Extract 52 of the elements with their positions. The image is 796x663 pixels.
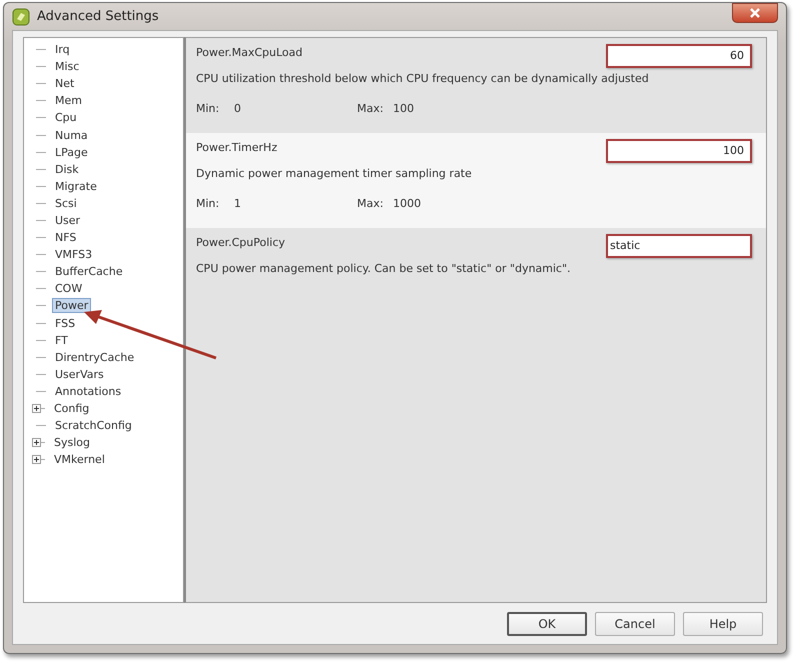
tree-item[interactable]: Annotations [52, 384, 124, 399]
window-title: Advanced Settings [37, 9, 159, 24]
tree-item[interactable]: Disk [52, 162, 82, 177]
value-field[interactable]: static [606, 234, 752, 258]
tree-item[interactable]: VMFS3 [52, 247, 96, 262]
expand-icon[interactable] [32, 455, 41, 464]
setting-description: Dynamic power management timer sampling rate [196, 167, 473, 180]
tree-item[interactable]: Migrate [52, 178, 100, 194]
tree-item[interactable]: FSS [52, 316, 78, 331]
max-value: 1000 [393, 197, 422, 210]
close-button[interactable] [732, 2, 778, 22]
dialog-button[interactable]: OK [507, 612, 587, 636]
dialog-button[interactable]: Help [683, 612, 763, 636]
tree-item[interactable]: Mem [52, 93, 85, 108]
tree-item[interactable]: UserVars [52, 366, 107, 382]
close-icon [749, 8, 761, 18]
expand-icon[interactable] [32, 404, 41, 414]
tree-item[interactable]: FT [52, 332, 71, 348]
tree-item[interactable]: DirentryCache [52, 350, 138, 365]
tree-item[interactable]: LPage [52, 144, 91, 160]
tree-item[interactable]: Net [52, 76, 78, 92]
tree-item[interactable]: Config [51, 401, 92, 416]
setting-description: CPU power management policy. Can be set to "static" or "dynamic". [196, 262, 572, 275]
tree-item[interactable]: Power [52, 298, 92, 314]
value-field[interactable]: 60 [606, 44, 752, 68]
tree-item[interactable]: BufferCache [52, 264, 126, 280]
value-field[interactable]: 100 [606, 139, 752, 163]
tree-item[interactable]: NFS [52, 230, 80, 246]
tree-item[interactable]: VMkernel [51, 452, 108, 468]
dialog-button[interactable]: Cancel [595, 612, 675, 636]
max-label: Max: [357, 197, 384, 210]
min-value: 1 [234, 197, 242, 210]
tree-item[interactable]: COW [52, 281, 86, 296]
min-value: 0 [234, 102, 242, 115]
tree-item[interactable]: User [52, 212, 84, 228]
tree-item[interactable]: Misc [52, 59, 82, 74]
setting-name: Power.CpuPolicy [196, 236, 286, 249]
min-label: Min: [196, 197, 220, 210]
min-label: Min: [196, 102, 220, 115]
tree-item[interactable]: Cpu [52, 110, 80, 126]
tree-item[interactable]: Numa [52, 128, 91, 143]
tree-item[interactable]: Irq [52, 42, 73, 58]
expand-icon[interactable] [32, 438, 41, 448]
max-value: 100 [393, 102, 415, 115]
tree-item[interactable]: Scsi [52, 196, 80, 211]
setting-name: Power.MaxCpuLoad [196, 46, 303, 59]
setting-name: Power.TimerHz [196, 141, 278, 154]
max-label: Max: [357, 102, 384, 115]
tree-item[interactable]: Syslog [51, 435, 93, 450]
tree-item[interactable]: ScratchConfig [52, 418, 135, 434]
app-icon [12, 8, 30, 26]
setting-description: CPU utilization threshold below which CPU frequency can be dynamically adjusted [196, 72, 650, 85]
